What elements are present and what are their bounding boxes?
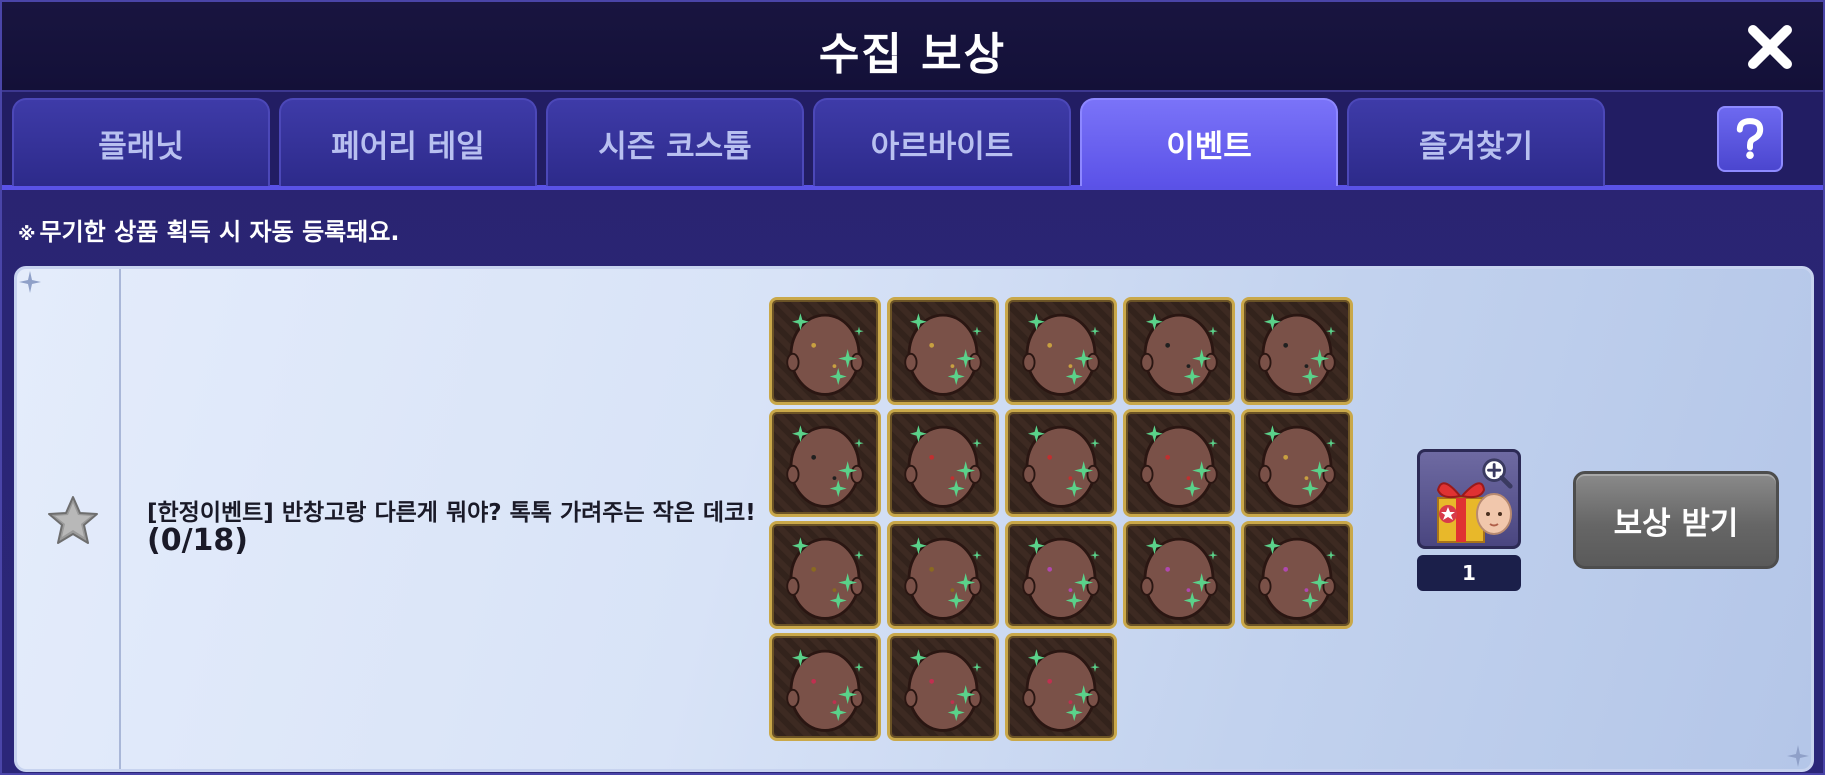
- tab-event[interactable]: 이벤트: [1080, 98, 1338, 186]
- collection-item[interactable]: [769, 297, 881, 405]
- collection-item[interactable]: [1005, 409, 1117, 517]
- collection-item[interactable]: [1123, 297, 1235, 405]
- face-decoration-icon: [1258, 537, 1336, 620]
- collection-item[interactable]: [1005, 633, 1117, 741]
- favorite-column: [17, 269, 121, 769]
- face-decoration-icon: [1258, 313, 1336, 396]
- tab-label: 페어리 테일: [331, 128, 485, 165]
- tab-part-time-job[interactable]: 아르바이트: [813, 98, 1071, 186]
- title-bar: 수집 보상: [2, 2, 1823, 92]
- face-decoration-icon: [1140, 313, 1218, 396]
- face-decoration-icon: [1022, 313, 1100, 396]
- face-decoration-icon: [904, 313, 982, 396]
- window-title: 수집 보상: [818, 29, 1007, 80]
- tab-bar: 플래닛 페어리 테일 시즌 코스튬 아르바이트 이벤트 즐겨찾기: [2, 92, 1823, 190]
- face-decoration-icon: [904, 649, 982, 732]
- face-decoration-icon: [904, 425, 982, 508]
- collection-item[interactable]: [1241, 409, 1353, 517]
- notice-mark: ※: [18, 224, 36, 245]
- collection-item[interactable]: [887, 297, 999, 405]
- magnifier-plus-icon: [1482, 458, 1513, 489]
- face-decoration-icon: [904, 537, 982, 620]
- face-decoration-icon: [786, 425, 864, 508]
- face-decoration-icon: [1022, 425, 1100, 508]
- tab-favorites[interactable]: 즐겨찾기: [1347, 98, 1605, 186]
- mission-progress: (0/18): [147, 523, 249, 558]
- star-icon[interactable]: [45, 493, 101, 549]
- claim-reward-button[interactable]: 보상 받기: [1573, 471, 1779, 569]
- face-decoration-icon: [1022, 649, 1100, 732]
- face-decoration-icon: [1140, 537, 1218, 620]
- sparkle-corner-icon: [1787, 745, 1809, 767]
- collection-item[interactable]: [887, 409, 999, 517]
- tab-label: 즐겨찾기: [1418, 128, 1534, 165]
- collection-item[interactable]: [769, 521, 881, 629]
- tab-planet[interactable]: 플래닛: [12, 98, 270, 186]
- collection-item[interactable]: [1005, 521, 1117, 629]
- reward-item[interactable]: [1417, 449, 1521, 549]
- face-decoration-icon: [786, 537, 864, 620]
- tab-label: 플래닛: [98, 128, 184, 165]
- face-decoration-icon: [786, 313, 864, 396]
- collection-reward-window: 수집 보상 플래닛 페어리 테일 시즌 코스튬 아르바이트 이벤트 즐겨찾기 ※…: [0, 0, 1825, 775]
- face-decoration-icon: [1140, 425, 1218, 508]
- reward-card: [한정이벤트] 반창고랑 다른게 뭐야? 톡톡 가려주는 작은 데코! (0/1…: [14, 266, 1814, 772]
- collection-item[interactable]: [887, 521, 999, 629]
- collection-item[interactable]: [1241, 521, 1353, 629]
- tab-fairy-tale[interactable]: 페어리 테일: [279, 98, 537, 186]
- collection-item[interactable]: [1123, 409, 1235, 517]
- tab-label: 이벤트: [1166, 128, 1252, 165]
- reward-count: 1: [1417, 555, 1521, 591]
- collection-item[interactable]: [1005, 297, 1117, 405]
- tab-season-costume[interactable]: 시즌 코스튬: [546, 98, 804, 186]
- question-mark-icon: [1736, 118, 1764, 159]
- face-decoration-icon: [1258, 425, 1336, 508]
- collection-item[interactable]: [769, 409, 881, 517]
- notice-text: ※ 무기한 상품 획득 시 자동 등록돼요.: [18, 212, 400, 247]
- face-decoration-icon: [786, 649, 864, 732]
- tab-label: 아르바이트: [870, 128, 1014, 165]
- close-button[interactable]: [1745, 22, 1795, 72]
- tab-label: 시즌 코스튬: [598, 128, 752, 165]
- collection-item[interactable]: [1241, 297, 1353, 405]
- collection-item[interactable]: [1123, 521, 1235, 629]
- collection-item[interactable]: [769, 633, 881, 741]
- mission-title: [한정이벤트] 반창고랑 다른게 뭐야? 톡톡 가려주는 작은 데코!: [147, 500, 756, 526]
- collection-item[interactable]: [887, 633, 999, 741]
- face-decoration-icon: [1022, 537, 1100, 620]
- help-button[interactable]: [1717, 106, 1783, 172]
- notice-message: 무기한 상품 획득 시 자동 등록돼요.: [39, 218, 400, 246]
- close-icon: [1748, 25, 1792, 69]
